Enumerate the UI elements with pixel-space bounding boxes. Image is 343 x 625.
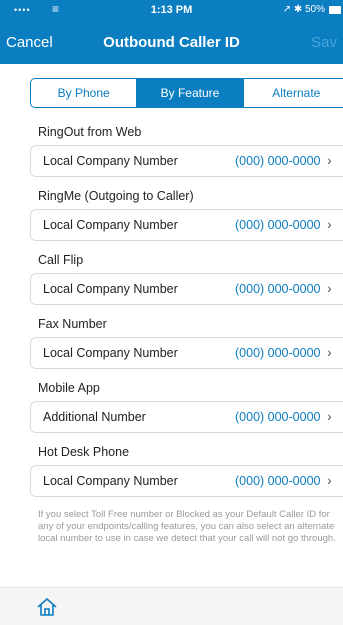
chevron-right-icon: › xyxy=(327,408,332,424)
feature-label-ringout: RingOut from Web xyxy=(38,125,142,139)
chevron-right-icon: › xyxy=(327,344,332,360)
chevron-right-icon: › xyxy=(327,280,332,296)
feature-row-ringout[interactable]: Local Company Number (000) 000-0000 › xyxy=(30,145,343,177)
feature-row-hot-desk[interactable]: Local Company Number (000) 000-0000 › xyxy=(30,465,343,497)
feature-label-call-flip: Call Flip xyxy=(38,253,84,267)
home-icon[interactable] xyxy=(36,596,58,618)
status-bar: •••• ≡ 1:13 PM ↗ ✱ 50% xyxy=(0,0,343,22)
tab-alternate[interactable]: Alternate xyxy=(244,79,343,107)
row-value-label: Local Company Number xyxy=(43,346,178,360)
feature-row-fax[interactable]: Local Company Number (000) 000-0000 › xyxy=(30,337,343,369)
feature-label-mobile-app: Mobile App xyxy=(38,381,100,395)
row-phone-number: (000) 000-0000 xyxy=(235,346,321,360)
row-phone-number: (000) 000-0000 xyxy=(235,410,321,424)
bottom-tab-bar xyxy=(0,587,343,625)
tab-by-feature[interactable]: By Feature xyxy=(137,79,244,107)
row-value-label: Local Company Number xyxy=(43,218,178,232)
feature-row-call-flip[interactable]: Local Company Number (000) 000-0000 › xyxy=(30,273,343,305)
row-value-label: Local Company Number xyxy=(43,282,178,296)
header: •••• ≡ 1:13 PM ↗ ✱ 50% Cancel Outbound C… xyxy=(0,0,343,64)
row-phone-number: (000) 000-0000 xyxy=(235,218,321,232)
row-value-label: Additional Number xyxy=(43,410,146,424)
feature-label-ringme: RingMe (Outgoing to Caller) xyxy=(38,189,194,203)
chevron-right-icon: › xyxy=(327,152,332,168)
tab-by-phone[interactable]: By Phone xyxy=(31,79,138,107)
chevron-right-icon: › xyxy=(327,216,332,232)
row-value-label: Local Company Number xyxy=(43,474,178,488)
row-phone-number: (000) 000-0000 xyxy=(235,474,321,488)
page-title: Outbound Caller ID xyxy=(103,34,240,51)
row-value-label: Local Company Number xyxy=(43,154,178,168)
footnote-text: If you select Toll Free number or Blocke… xyxy=(38,509,336,544)
row-phone-number: (000) 000-0000 xyxy=(235,282,321,296)
feature-label-hot-desk: Hot Desk Phone xyxy=(38,445,130,459)
status-indicators: ↗ ✱ 50% xyxy=(282,4,325,15)
battery-icon xyxy=(329,6,341,14)
feature-row-ringme[interactable]: Local Company Number (000) 000-0000 › xyxy=(30,209,343,241)
save-button[interactable]: Sav xyxy=(311,34,337,51)
row-phone-number: (000) 000-0000 xyxy=(235,154,321,168)
tab-segmented-control: By Phone By Feature Alternate xyxy=(30,78,343,108)
feature-label-fax: Fax Number xyxy=(38,317,107,331)
feature-row-mobile-app[interactable]: Additional Number (000) 000-0000 › xyxy=(30,401,343,433)
chevron-right-icon: › xyxy=(327,472,332,488)
